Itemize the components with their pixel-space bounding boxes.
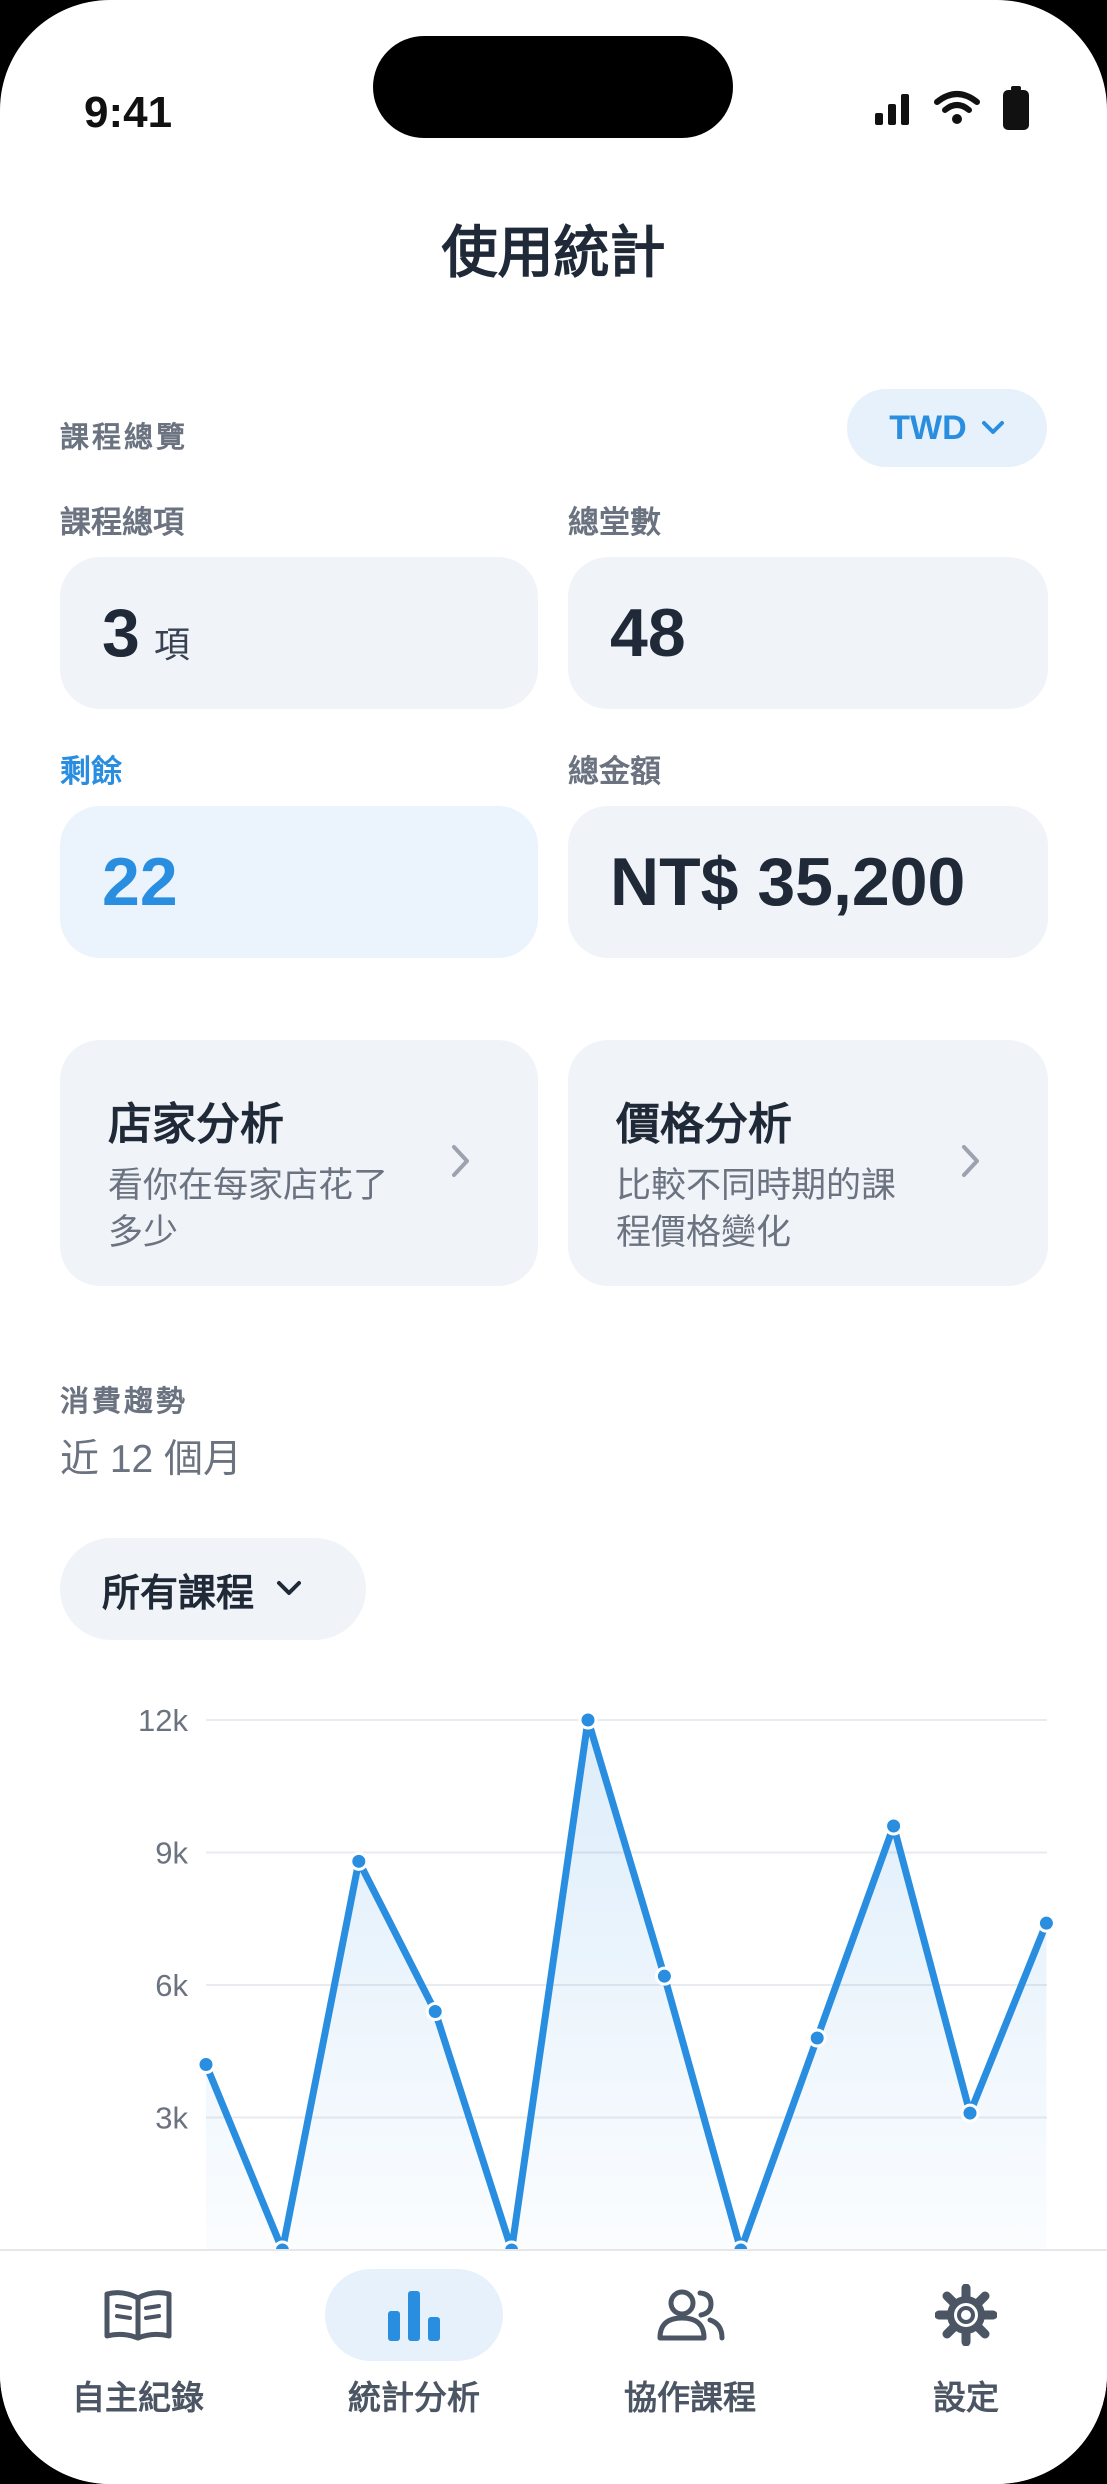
data-point[interactable] [807,2028,827,2048]
data-point[interactable] [884,1816,904,1836]
y-tick-label: 6k [155,1968,188,2003]
course-filter-label: 所有課程 [102,1572,255,1615]
tab-bar: 自主紀錄 統計分析 協作課程 設定 [0,2249,1107,2484]
store-analysis-card[interactable]: 店家分析 看你在每家店花了多少 [60,1040,538,1286]
chevron-down-icon [277,1581,302,1595]
chevron-right-icon [452,1145,469,1177]
total-courses-unit: 項 [153,624,190,665]
chevron-right-icon [962,1145,979,1177]
total-amount-label: 總金額 [568,754,661,789]
people-icon [657,2289,725,2341]
total-sessions-label: 總堂數 [568,505,661,540]
store-analysis-title: 店家分析 [108,1100,284,1149]
currency-selector[interactable]: TWD [847,389,1047,467]
tab-label: 設定 [933,2379,999,2416]
data-point[interactable] [349,1851,369,1871]
total-sessions-value: 48 [610,595,686,671]
remaining-card: 22 [60,806,538,958]
total-courses-value: 3 [102,595,140,671]
store-analysis-description: 看你在每家店花了多少 [108,1166,389,1252]
price-analysis-title: 價格分析 [616,1100,792,1149]
data-point[interactable] [654,1966,674,1986]
battery-icon [1003,86,1029,130]
total-amount-value: NT$ 35,200 [610,844,966,920]
data-point[interactable] [425,2002,445,2021]
total-sessions-card: 48 [568,557,1048,709]
signal-icon [875,94,909,125]
course-filter-dropdown[interactable]: 所有課程 [60,1538,366,1640]
y-tick-label: 12k [138,1703,188,1738]
overview-section-label: 課程總覽 [60,422,189,454]
tab-statistics[interactable]: 統計分析 [276,2251,552,2484]
price-analysis-card[interactable]: 價格分析 比較不同時期的課程價格變化 [568,1040,1048,1286]
tab-icon-container [325,2269,503,2361]
wifi-icon [934,91,980,124]
dynamic-island [373,36,733,138]
trend-period: 近 12 個月 [60,1438,243,1481]
book-icon [104,2290,172,2341]
tab-label: 協作課程 [624,2379,756,2416]
total-courses-label: 課程總項 [60,505,184,540]
data-point[interactable] [578,1710,598,1730]
remaining-label: 剩餘 [60,754,122,789]
spending-trend-chart: 12k 9k 6k 3k [138,1703,1056,2250]
status-time: 9:41 [84,88,173,137]
phone-screen: 9:41 使用統計 課程總覽 TWD 課程總項 3 項 總堂數 48 剩餘 22… [0,0,1107,2484]
gear-icon [935,2284,997,2346]
data-point[interactable] [960,2103,980,2123]
remaining-value: 22 [102,844,178,920]
total-courses-card: 3 項 [60,557,538,709]
y-tick-label: 9k [155,1836,188,1871]
tab-icon-container [877,2269,1055,2361]
data-point[interactable] [1036,1913,1056,1933]
tab-self-record[interactable]: 自主紀錄 [0,2251,276,2484]
tab-settings[interactable]: 設定 [828,2251,1104,2484]
tab-label: 統計分析 [348,2379,480,2416]
chevron-down-icon [981,421,1004,434]
tab-label: 自主紀錄 [72,2379,204,2416]
tab-icon-container [49,2269,227,2361]
page-title: 使用統計 [441,221,666,284]
y-tick-label: 3k [155,2101,188,2136]
total-amount-card: NT$ 35,200 [568,806,1048,958]
bar-chart-icon [388,2291,440,2341]
tab-collab-courses[interactable]: 協作課程 [552,2251,828,2484]
status-icons [875,86,1029,130]
price-analysis-description: 比較不同時期的課程價格變化 [616,1166,897,1252]
currency-label: TWD [889,408,967,447]
trend-section-label: 消費趨勢 [60,1386,189,1418]
data-point[interactable] [196,2055,216,2074]
tab-icon-container [601,2269,779,2361]
